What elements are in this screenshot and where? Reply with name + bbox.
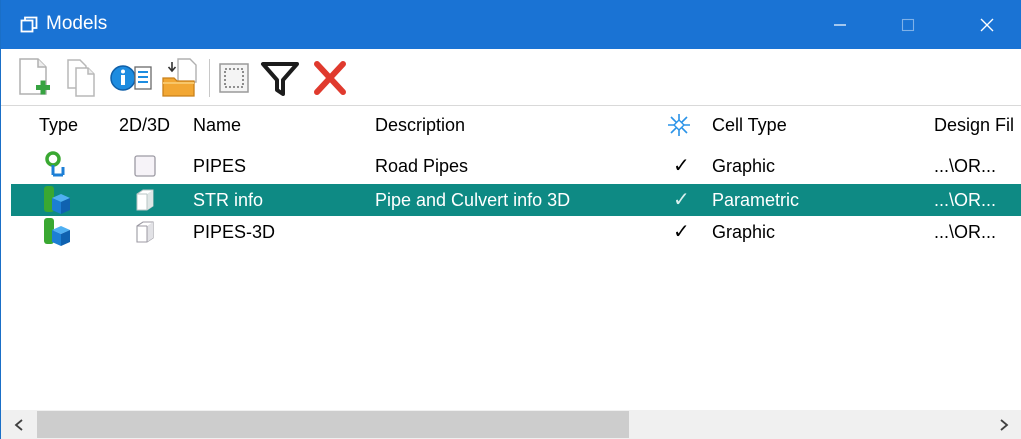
models-list: Type 2D/3D Name Description Cell Type De… [1,106,1021,410]
new-model-icon [19,58,50,95]
window-title: Models [46,13,108,34]
import-model-icon [162,58,197,97]
model-name: PIPES-3D [193,222,276,242]
2d-model-icon [133,154,157,178]
model-name: STR info [193,190,264,210]
list-header: Type 2D/3D Name Description Cell Type De… [1,106,1021,144]
copy-model-button[interactable] [59,54,105,102]
models-window-icon [20,16,38,34]
column-header-design-file[interactable]: Design Fil [934,115,1014,135]
delete-icon [314,61,346,95]
3d-design-model-icon [41,217,73,247]
select-all-icon [219,63,249,93]
models-dialog: Models Type 2D/3D Name Description Cell … [0,0,1021,439]
design-model-icon [41,151,73,181]
minimize-button[interactable] [809,0,871,49]
model-properties-button[interactable] [109,54,155,102]
cell-check: ✓ [673,155,690,177]
model-cell-type: Parametric [712,190,800,210]
delete-button[interactable] [307,54,353,102]
table-row[interactable]: PIPES Road Pipes ✓ Graphic ...\OR... [11,150,1021,182]
horizontal-scrollbar[interactable] [1,410,1021,439]
column-header-2d-3d[interactable]: 2D/3D [119,115,170,135]
cell-check: ✓ [673,221,690,243]
model-description: Pipe and Culvert info 3D [375,190,571,210]
model-properties-icon [110,65,152,91]
model-design-file: ...\OR... [934,190,997,210]
3d-model-icon [133,188,157,212]
scroll-left-button[interactable] [1,410,37,439]
filter-button[interactable] [257,54,303,102]
table-row[interactable]: PIPES-3D ✓ Graphic ...\OR... [11,216,1021,248]
select-all-button[interactable] [211,54,257,102]
model-description: Road Pipes [375,156,469,176]
title-bar[interactable]: Models [1,0,1021,49]
model-cell-type: Graphic [712,222,776,242]
filter-icon [261,62,299,96]
column-header-description[interactable]: Description [375,115,465,135]
column-header-cell-type[interactable]: Cell Type [712,115,787,135]
3d-design-model-icon [41,185,73,215]
cell-placement-icon[interactable] [667,113,691,141]
column-header-name[interactable]: Name [193,115,241,135]
chevron-left-icon [14,418,23,431]
copy-model-icon [67,59,95,97]
scrollbar-thumb[interactable] [37,411,629,438]
maximize-icon [901,18,915,31]
chevron-right-icon [1000,418,1009,431]
table-row-selected[interactable]: STR info Pipe and Culvert info 3D ✓ Para… [11,184,1021,216]
import-model-button[interactable] [157,54,203,102]
column-header-type[interactable]: Type [39,115,78,135]
close-icon [980,18,994,31]
close-button[interactable] [956,0,1018,49]
model-cell-type: Graphic [712,156,776,176]
new-model-button[interactable] [11,54,57,102]
model-design-file: ...\OR... [934,222,997,242]
minimize-icon [834,23,846,26]
model-design-file: ...\OR... [934,156,997,176]
maximize-button[interactable] [877,0,939,49]
toolbar-separator [209,59,210,97]
model-name: PIPES [193,156,247,176]
cell-check: ✓ [673,189,690,211]
scroll-right-button[interactable] [986,410,1021,439]
3d-model-icon [133,220,157,244]
toolbar [1,49,1021,106]
